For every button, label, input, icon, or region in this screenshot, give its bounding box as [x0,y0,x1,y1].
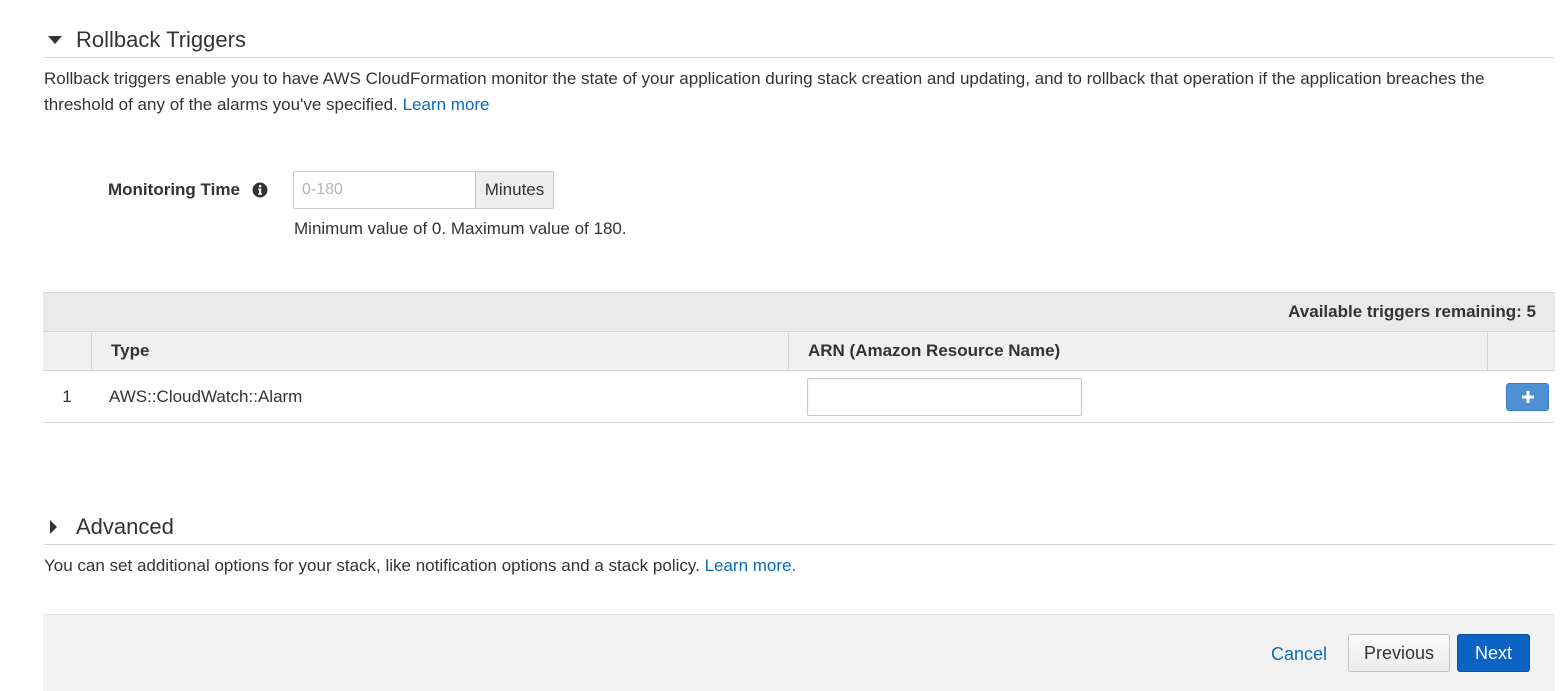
column-actions [1487,332,1555,370]
monitoring-time-label: Monitoring Time [108,180,240,199]
row-type: AWS::CloudWatch::Alarm [109,386,303,406]
advanced-description: You can set additional options for your … [44,553,1544,579]
monitoring-time-group: Minutes [293,171,554,209]
monitoring-time-input[interactable] [293,171,475,209]
row-actions [1487,371,1555,422]
learn-more-link[interactable]: Learn more. [705,556,797,575]
caret-right-icon[interactable] [44,519,76,534]
triggers-remaining: Available triggers remaining: 5 [43,293,1555,332]
caret-down-icon[interactable] [44,35,76,45]
plus-icon [1521,390,1534,403]
rollback-triggers-header[interactable]: Rollback Triggers [44,22,1555,58]
section-title: Advanced [76,513,174,539]
monitoring-time-help: Minimum value of 0. Maximum value of 180… [294,219,627,238]
minutes-addon: Minutes [475,171,554,209]
description-text: You can set additional options for your … [44,556,700,575]
learn-more-link[interactable]: Learn more [403,95,490,114]
wizard-footer: Cancel Previous Next [43,614,1555,691]
row-arn-cell [788,371,1487,422]
triggers-table: Available triggers remaining: 5 Type ARN… [43,292,1555,423]
arn-input[interactable] [807,377,1082,416]
description-text: Rollback triggers enable you to have AWS… [44,69,1485,114]
column-arn: ARN (Amazon Resource Name) [788,332,1487,370]
table-row: 1 AWS::CloudWatch::Alarm [43,371,1555,423]
table-header: Type ARN (Amazon Resource Name) [43,332,1555,371]
next-button[interactable]: Next [1457,634,1530,672]
cancel-button[interactable]: Cancel [1271,644,1327,665]
add-trigger-button[interactable] [1506,382,1549,411]
column-index [43,332,91,370]
rollback-description: Rollback triggers enable you to have AWS… [44,66,1544,118]
column-type: Type [91,332,788,370]
info-icon[interactable] [252,182,268,198]
advanced-header[interactable]: Advanced [44,509,1555,545]
row-index: 1 [62,386,72,406]
previous-button[interactable]: Previous [1348,634,1450,672]
section-title: Rollback Triggers [76,26,246,52]
